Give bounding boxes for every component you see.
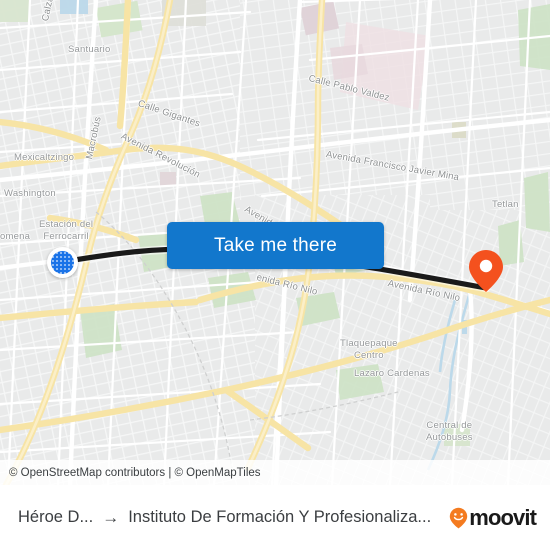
arrow-right-icon: →: [102, 508, 120, 527]
trip-footer-bar: Héroe D... → Instituto De Formación Y Pr…: [0, 485, 550, 550]
moovit-wordmark: moovit: [469, 504, 537, 530]
origin-dot-inner: [51, 251, 74, 274]
moovit-pin-icon: [450, 507, 468, 528]
destination-pin[interactable]: [468, 249, 504, 293]
map-canvas[interactable]: Calzada FederalismoSantuarioCalle Gigant…: [0, 0, 550, 485]
origin-dot[interactable]: [47, 247, 78, 278]
trip-summary: Héroe D... → Instituto De Formación Y Pr…: [18, 508, 441, 527]
moovit-logo[interactable]: moovit: [449, 504, 537, 531]
map-attribution-bar: © OpenStreetMap contributors | © OpenMap…: [0, 460, 550, 485]
trip-destination-label[interactable]: Instituto De Formación Y Profesionaliza.…: [128, 508, 431, 527]
trip-origin-label[interactable]: Héroe D...: [18, 508, 93, 527]
moovit-map-screen: Calzada FederalismoSantuarioCalle Gigant…: [0, 0, 550, 550]
map-attribution-text[interactable]: © OpenStreetMap contributors | © OpenMap…: [9, 467, 261, 479]
take-me-there-button[interactable]: Take me there: [167, 222, 384, 269]
